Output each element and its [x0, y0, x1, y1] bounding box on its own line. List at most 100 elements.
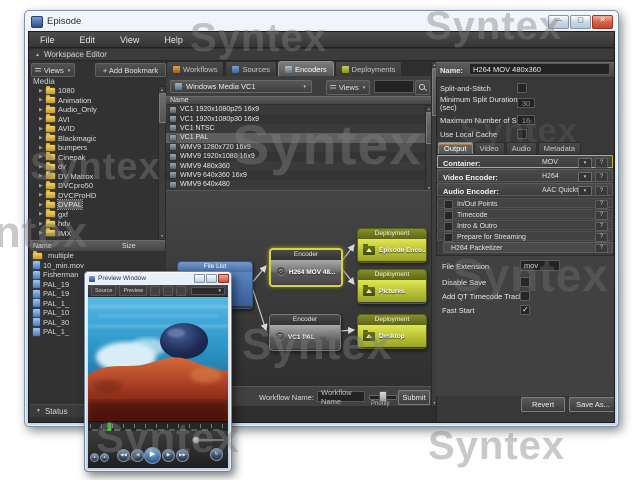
file-row-multiple[interactable]: multiple: [30, 251, 165, 261]
close-button[interactable]: ✕: [592, 15, 613, 29]
help-button[interactable]: ?: [595, 211, 608, 220]
size-column[interactable]: Size: [122, 243, 136, 250]
name-column[interactable]: Name: [30, 243, 52, 250]
workspace-editor-header[interactable]: ▲ Workspace Editor: [29, 49, 614, 61]
mute-button[interactable]: ●: [90, 453, 99, 462]
tree-item-1080[interactable]: ▶1080: [30, 86, 158, 96]
scroll-down-icon[interactable]: ▼: [159, 234, 165, 238]
encoder-row-wmv9-640x480[interactable]: WMV9 640x480: [166, 180, 425, 189]
tree-item-gxf[interactable]: ▶gxf: [30, 210, 158, 220]
search-input[interactable]: [374, 80, 414, 93]
deployment-node-pictures[interactable]: Deployment Pictures: [357, 269, 427, 304]
search-button[interactable]: [415, 80, 430, 95]
help-button[interactable]: ?: [595, 244, 608, 253]
tree-item-imx[interactable]: ▶IMX: [30, 229, 158, 239]
add-bookmark-button[interactable]: + Add Bookmark: [95, 63, 166, 77]
tree-item-bumpers[interactable]: ▶bumpers: [30, 143, 158, 153]
max-splits-field[interactable]: 16: [517, 115, 535, 125]
tree-item-dv[interactable]: ▶dv: [30, 162, 158, 172]
use-local-cache-checkbox[interactable]: [517, 129, 527, 139]
revert-button[interactable]: Revert: [521, 397, 565, 412]
snapshot-button[interactable]: [176, 286, 186, 296]
preview-title-bar[interactable]: Preview Window: [87, 273, 229, 284]
tree-item-audio-only[interactable]: ▶Audio_Only: [30, 105, 158, 115]
encoder-name-field[interactable]: H264 MOV 480x360: [469, 63, 610, 75]
maximize-button[interactable]: ▢: [570, 15, 591, 29]
encoder-list-header[interactable]: Name: [166, 96, 431, 105]
help-button[interactable]: ?: [595, 233, 608, 242]
file-row-10-min-mov[interactable]: 10_min.mov: [30, 261, 165, 271]
tab-sources[interactable]: Sources: [225, 61, 277, 76]
tree-item-dvcprohd[interactable]: ▶DVCProHD: [30, 191, 158, 201]
encoder-row-wmv9-1920x1080-16x9[interactable]: WMV9 1920x1080 16x9: [166, 152, 425, 161]
encoder-row-vc1-pal[interactable]: VC1 PAL: [166, 133, 425, 142]
tree-item-dvcpro50[interactable]: ▶DVCpro50: [30, 181, 158, 191]
close-button[interactable]: [218, 274, 229, 283]
expand-arrow-icon[interactable]: ▶: [39, 173, 46, 179]
expand-arrow-icon[interactable]: ▶: [39, 211, 46, 217]
tab-deployments[interactable]: Deployments: [335, 61, 403, 76]
checkbox[interactable]: [444, 233, 453, 242]
encoder-row-wmv9-640x360-16x9[interactable]: WMV9 640x360 16x9: [166, 171, 425, 180]
expand-arrow-icon[interactable]: ▶: [39, 202, 46, 208]
encoder-views-dropdown[interactable]: Views ▼: [326, 80, 370, 95]
deployment-node-desktop[interactable]: Deployment Desktop: [357, 314, 427, 349]
preview-size-dropdown[interactable]: ▼: [191, 287, 225, 295]
expand-arrow-icon[interactable]: ▶: [39, 126, 46, 132]
tree-item-avi[interactable]: ▶AVI: [30, 115, 158, 125]
submit-button[interactable]: Submit: [398, 390, 430, 405]
mark-out-button[interactable]: [163, 286, 173, 296]
loop-small-button[interactable]: ●: [100, 453, 109, 462]
skip-end-button[interactable]: ▶▶: [176, 449, 189, 462]
expand-arrow-icon[interactable]: ▶: [39, 97, 46, 103]
encoder-row-vc1-1920x1080p30-16x9[interactable]: VC1 1920x1080p30 16x9: [166, 114, 425, 123]
preview-tab[interactable]: Preview: [119, 285, 147, 296]
maximize-button[interactable]: [206, 274, 217, 283]
checkbox[interactable]: [444, 222, 453, 231]
encoder-node-vc1[interactable]: Encoder ⚙ VC1 PAL: [269, 314, 341, 351]
file-extension-field[interactable]: mov: [520, 260, 560, 271]
forward-button[interactable]: ▶: [162, 449, 175, 462]
help-button[interactable]: ?: [595, 158, 608, 168]
help-button[interactable]: ?: [595, 186, 608, 196]
dropdown-button[interactable]: ▼: [578, 172, 592, 182]
tree-item-blackmagic[interactable]: ▶Blackmagic: [30, 134, 158, 144]
dropdown-button[interactable]: ▼: [578, 158, 592, 168]
loop-button[interactable]: ↻: [210, 448, 223, 461]
expand-arrow-icon[interactable]: ▶: [39, 221, 46, 227]
encoder-row-vc1-1920x1080p25-16x9[interactable]: VC1 1920x1080p25 16x9: [166, 105, 425, 114]
packetizer-row[interactable]: H264 Packetizer ?: [443, 242, 613, 253]
help-button[interactable]: ?: [595, 200, 608, 209]
jog-slider-handle[interactable]: [192, 436, 200, 444]
encoder-row-wmv9-480x360[interactable]: WMV9 480x360: [166, 161, 425, 170]
checkbox[interactable]: [520, 305, 530, 315]
tab-encoders[interactable]: Encoders: [278, 61, 334, 76]
tree-item-animation[interactable]: ▶Animation: [30, 96, 158, 106]
expand-arrow-icon[interactable]: ▶: [39, 183, 46, 189]
scroll-up-icon[interactable]: ▲: [159, 88, 165, 92]
checkbox[interactable]: [444, 200, 453, 209]
rewind-button[interactable]: ◀: [131, 449, 144, 462]
expand-arrow-icon[interactable]: ▶: [39, 164, 46, 170]
expand-arrow-icon[interactable]: ▶: [39, 116, 46, 122]
tree-item-dv-matrox[interactable]: ▶DV Matrox: [30, 172, 158, 182]
save-as-button[interactable]: Save As...: [569, 397, 615, 412]
encoder-row-vc1-ntsc[interactable]: VC1 NTSC: [166, 124, 425, 133]
tree-scrollbar[interactable]: ▲ ▼: [158, 86, 166, 240]
tree-item-hdv[interactable]: ▶hdv: [30, 219, 158, 229]
expand-arrow-icon[interactable]: ▶: [39, 192, 46, 198]
play-button[interactable]: ▶: [144, 447, 161, 464]
checkbox[interactable]: [520, 277, 530, 287]
encoder-row-wmv9-1280x720-16x9[interactable]: WMV9 1280x720 16x9: [166, 143, 425, 152]
menu-item-file[interactable]: File: [37, 34, 58, 46]
tree-item-cinepak[interactable]: ▶Cinepak: [30, 153, 158, 163]
minimize-button[interactable]: —: [548, 15, 569, 29]
encoder-family-dropdown[interactable]: Windows Media VC1 ▼: [170, 80, 312, 93]
mark-in-button[interactable]: [150, 286, 160, 296]
skip-start-button[interactable]: ◀◀: [117, 449, 130, 462]
menu-item-help[interactable]: Help: [161, 34, 186, 46]
min-split-field[interactable]: 30: [517, 98, 535, 108]
checkbox[interactable]: [520, 291, 530, 301]
tab-workflows[interactable]: Workflows: [166, 61, 224, 76]
preview-window[interactable]: Preview Window Source Preview ▼: [84, 271, 232, 472]
